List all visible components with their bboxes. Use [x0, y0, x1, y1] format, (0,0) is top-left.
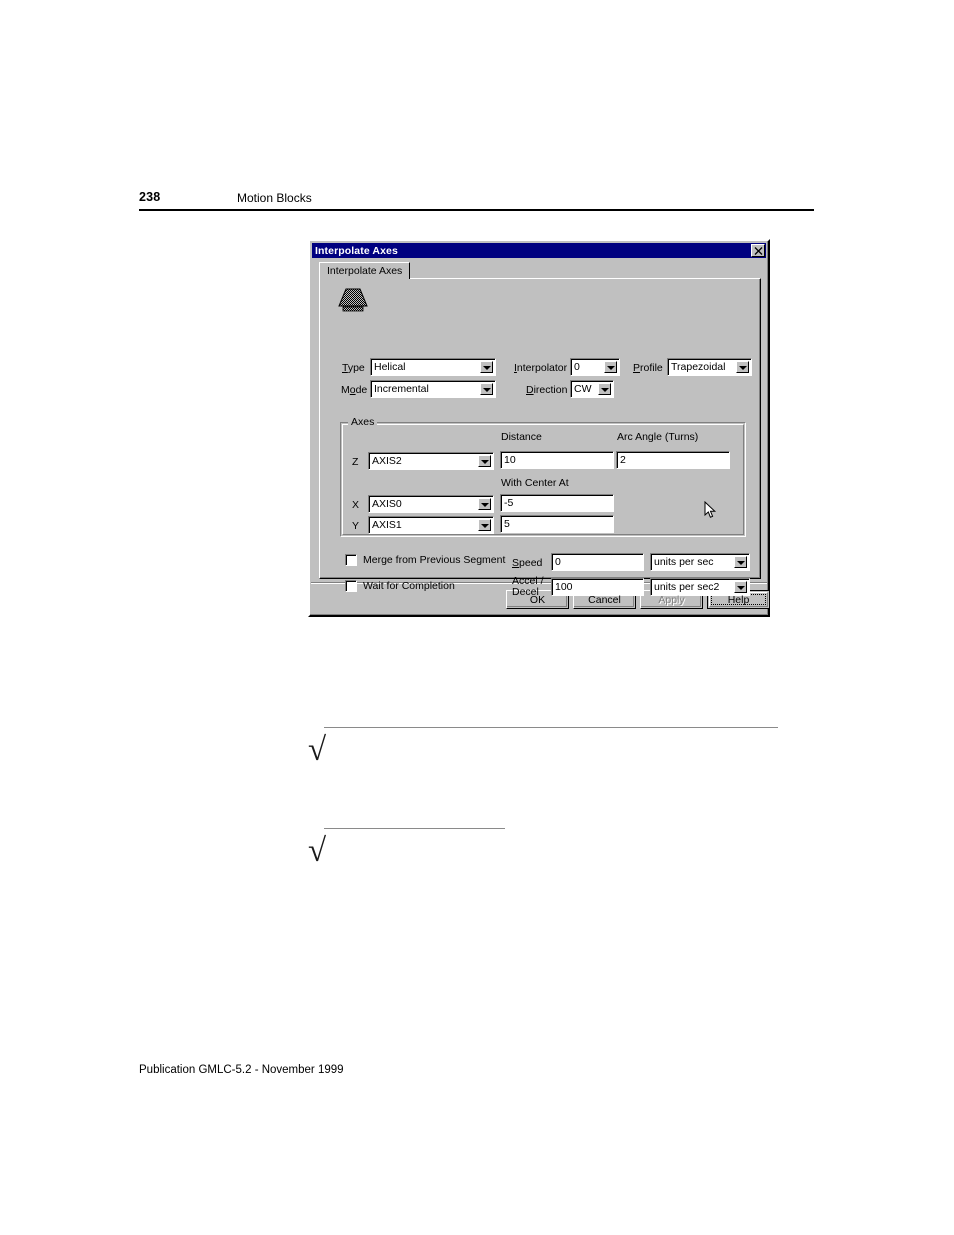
chevron-down-icon[interactable]	[734, 581, 747, 593]
tab-panel: Type Helical Interpolator 0 Profile Trap…	[319, 278, 761, 598]
type-label: Type	[342, 362, 365, 374]
axis-label-x: X	[352, 499, 360, 511]
interpolator-combo-value: 0	[574, 361, 580, 373]
merge-from-previous-segment-checkbox[interactable]: Merge from Previous Segment	[345, 554, 505, 566]
distance-header: Distance	[501, 431, 542, 443]
axis-label-z: Z	[352, 456, 359, 468]
close-icon[interactable]	[751, 244, 765, 257]
radical-glyph: √	[308, 732, 327, 768]
arc-angle-input[interactable]: 2	[616, 451, 730, 469]
arc-angle-input-value: 2	[620, 454, 626, 466]
chapter-title: Motion Blocks	[237, 191, 312, 205]
with-center-at-header: With Center At	[501, 477, 569, 489]
accel-decel-input-value: 100	[555, 581, 573, 593]
chevron-down-icon[interactable]	[734, 556, 747, 568]
accel-units-value: units per sec2	[654, 581, 720, 593]
wait-for-completion-checkbox[interactable]: Wait for Completion	[345, 580, 455, 592]
arc-angle-header: Arc Angle (Turns)	[617, 431, 699, 443]
input-bevel	[501, 516, 613, 532]
tab-interpolate-axes[interactable]: Interpolate Axes	[319, 262, 411, 279]
radical-mark-upper: √	[308, 727, 778, 767]
input-bevel	[552, 554, 643, 570]
mode-combo[interactable]: Incremental	[370, 380, 496, 398]
help-button-label: Help	[727, 593, 750, 606]
chevron-down-icon[interactable]	[478, 519, 491, 531]
cancel-button-label: Cancel	[588, 593, 621, 606]
interpolator-label: Interpolator	[514, 362, 568, 374]
chevron-down-icon[interactable]	[480, 383, 493, 395]
chevron-down-icon[interactable]	[478, 498, 491, 510]
ok-button-label: OK	[529, 593, 546, 606]
chevron-down-icon[interactable]	[736, 361, 749, 373]
input-bevel	[501, 495, 613, 511]
axis-combo-x-value: AXIS0	[372, 498, 402, 510]
mode-combo-value: Incremental	[374, 383, 429, 395]
center-input-x-value: -5	[504, 497, 514, 509]
radical-glyph: √	[308, 833, 327, 869]
checkbox-bevel	[346, 555, 356, 565]
input-bevel	[501, 452, 613, 468]
distance-input-z[interactable]: 10	[500, 451, 614, 469]
center-input-y-value: 5	[504, 518, 510, 530]
type-combo[interactable]: Helical	[370, 358, 496, 376]
header-rule	[139, 209, 814, 211]
merge-checkbox-label: Merge from Previous Segment	[363, 554, 506, 566]
profile-combo[interactable]: Trapezoidal	[667, 358, 752, 376]
interpolator-combo[interactable]: 0	[570, 358, 620, 376]
center-input-y[interactable]: 5	[500, 515, 614, 533]
profile-combo-value: Trapezoidal	[671, 361, 726, 373]
radical-overbar	[324, 828, 505, 829]
dialog-title: Interpolate Axes	[315, 244, 398, 257]
interpolate-axes-dialog: Interpolate Axes Interpolate Axes Type H…	[308, 239, 770, 617]
axis-label-y: Y	[352, 520, 360, 532]
speed-units-value: units per sec	[654, 556, 714, 568]
radical-mark-lower: √	[308, 828, 505, 868]
chevron-down-icon[interactable]	[598, 383, 611, 395]
distance-input-z-value: 10	[504, 454, 516, 466]
axis-combo-y[interactable]: AXIS1	[368, 516, 494, 534]
direction-combo-value: CW	[574, 383, 592, 395]
dialog-titlebar[interactable]: Interpolate Axes	[312, 243, 766, 258]
speed-input[interactable]: 0	[551, 553, 644, 571]
speed-label: Speed	[512, 557, 543, 569]
axis-combo-z-value: AXIS2	[372, 455, 402, 467]
apply-button-label: Apply	[658, 593, 685, 606]
chevron-down-icon[interactable]	[604, 361, 617, 373]
chevron-down-icon[interactable]	[480, 361, 493, 373]
input-bevel	[617, 452, 729, 468]
checkbox-box[interactable]	[345, 580, 357, 592]
axes-groupbox-title: Axes	[348, 417, 378, 428]
axis-combo-y-value: AXIS1	[372, 519, 402, 531]
close-glyph	[754, 247, 763, 255]
type-combo-value: Helical	[374, 361, 406, 373]
profile-label: Profile	[633, 362, 663, 374]
axis-combo-z[interactable]: AXIS2	[368, 452, 494, 470]
speed-units-combo[interactable]: units per sec	[650, 553, 750, 571]
checkbox-bevel	[346, 581, 356, 591]
page-header: 238 Motion Blocks	[139, 190, 814, 214]
chevron-down-icon[interactable]	[478, 455, 491, 467]
direction-label: Direction	[526, 384, 568, 396]
checkbox-box[interactable]	[345, 554, 357, 566]
page-number: 238	[139, 190, 161, 204]
center-input-x[interactable]: -5	[500, 494, 614, 512]
direction-combo[interactable]: CW	[570, 380, 614, 398]
page-footer: Publication GMLC-5.2 - November 1999	[139, 1064, 344, 1076]
radical-overbar	[324, 727, 778, 728]
axis-combo-x[interactable]: AXIS0	[368, 495, 494, 513]
wait-checkbox-label: Wait for Completion	[363, 580, 455, 592]
trapezoidal-profile-icon	[337, 287, 369, 313]
mode-label: Mode	[341, 384, 368, 396]
speed-input-value: 0	[555, 556, 561, 568]
